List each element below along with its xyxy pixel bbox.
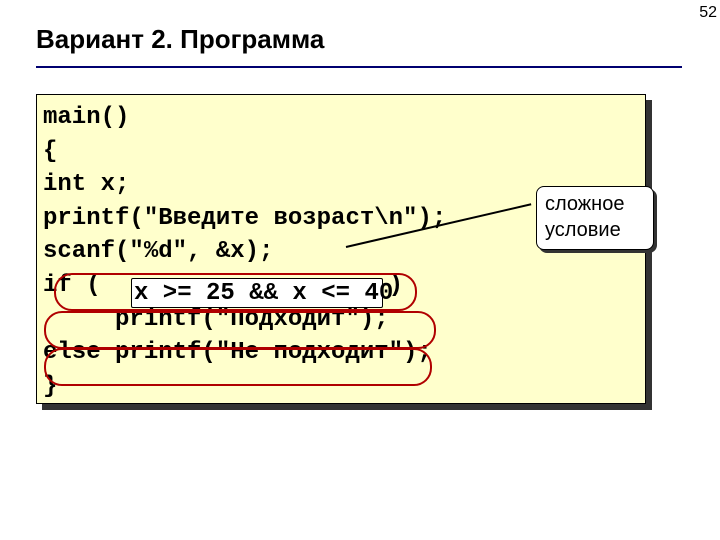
code-line: int x; [43,171,129,198]
highlight-oval-3 [44,348,432,386]
code-line: main() [43,104,129,131]
highlight-oval-2 [44,311,436,349]
heading-divider [36,66,682,68]
code-line: { [43,138,57,165]
condition-box: x >= 25 && x <= 40 [131,278,383,308]
code-line: printf("Введите возраст\n"); [43,205,446,232]
code-line: scanf("%d", &x); [43,238,273,265]
page-number: 52 [699,4,717,22]
callout-box: сложное условие [536,186,654,250]
slide-heading: Вариант 2. Программа [36,24,324,55]
